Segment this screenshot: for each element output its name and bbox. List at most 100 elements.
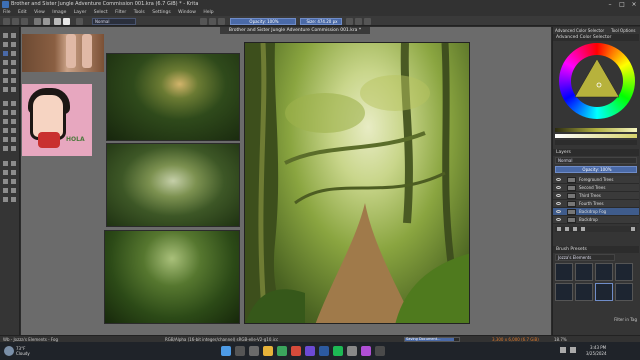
mirror-vertical-icon[interactable]: [355, 18, 362, 25]
open-document-icon[interactable]: [12, 18, 19, 25]
app-icon[interactable]: [375, 346, 385, 356]
delete-layer-icon[interactable]: [631, 227, 635, 231]
reference-legs-right: [82, 34, 92, 68]
menu-select[interactable]: Select: [94, 10, 108, 15]
krita-taskbar-icon[interactable]: [319, 346, 329, 356]
app-icon[interactable]: [291, 346, 301, 356]
layer-opacity-slider[interactable]: Opacity: 100%: [555, 166, 637, 173]
eraser-mode-icon[interactable]: [200, 18, 207, 25]
chrome-icon[interactable]: [277, 346, 287, 356]
add-layer-icon[interactable]: [557, 227, 561, 231]
menu-window[interactable]: Window: [178, 10, 196, 15]
reference-image-wood-floor[interactable]: [22, 34, 104, 72]
layer-row[interactable]: Foreground Trees: [553, 176, 639, 184]
document-tab[interactable]: Brother and Sister Jungle Adventure Comm…: [220, 27, 370, 34]
brush-preset-item[interactable]: [575, 263, 593, 281]
tool-options-tab[interactable]: Tool Options: [611, 28, 635, 33]
brush-preset-item[interactable]: [575, 283, 593, 301]
dynamic-brush-tool-icon: [3, 87, 8, 92]
brush-preset-item[interactable]: [615, 263, 633, 281]
layer-blend-mode-select[interactable]: Normal: [555, 157, 637, 164]
menu-settings[interactable]: Settings: [152, 10, 170, 15]
polyline-tool-icon: [11, 69, 16, 74]
preserve-alpha-icon[interactable]: [218, 18, 225, 25]
duplicate-layer-icon[interactable]: [565, 227, 569, 231]
background-color-icon[interactable]: [63, 18, 70, 25]
menu-file[interactable]: File: [3, 10, 11, 15]
save-icon[interactable]: [21, 18, 28, 25]
app-icon[interactable]: [347, 346, 357, 356]
jungle-painting[interactable]: [244, 42, 470, 324]
pattern-icon[interactable]: [43, 18, 50, 25]
brush-preset-icon[interactable]: [76, 18, 83, 25]
move-layer-down-icon[interactable]: [581, 227, 585, 231]
eye-icon[interactable]: [556, 194, 561, 197]
menu-tools[interactable]: Tools: [134, 10, 145, 15]
brush-preset-item[interactable]: [595, 263, 613, 281]
app-icon[interactable]: [361, 346, 371, 356]
opacity-slider[interactable]: Opacity: 100%: [230, 18, 296, 25]
eye-icon[interactable]: [556, 210, 561, 213]
close-button[interactable]: ×: [628, 0, 640, 9]
mirror-horizontal-icon[interactable]: [346, 18, 353, 25]
move-tool-icon: [11, 101, 16, 106]
blend-mode-select[interactable]: Normal: [92, 18, 136, 25]
volume-icon[interactable]: [570, 347, 576, 353]
menu-help[interactable]: Help: [203, 10, 213, 15]
clock-date[interactable]: 3/25/2024: [586, 351, 607, 356]
brush-preset-item[interactable]: [555, 283, 573, 301]
layer-row[interactable]: Fourth Trees: [553, 200, 639, 208]
layer-row-selected[interactable]: Backdrop Fog: [553, 208, 639, 216]
network-icon[interactable]: [560, 347, 566, 353]
minimize-button[interactable]: –: [604, 0, 616, 9]
new-document-icon[interactable]: [3, 18, 10, 25]
windows-start-icon[interactable]: [221, 346, 231, 356]
eye-icon[interactable]: [556, 202, 561, 205]
reload-preset-icon[interactable]: [209, 18, 216, 25]
layer-row[interactable]: Third Trees: [553, 192, 639, 200]
filter-in-tag-toggle[interactable]: Filter in Tag: [555, 317, 637, 323]
color-triangle[interactable]: [573, 57, 621, 105]
reference-photo-jungle-3[interactable]: [104, 230, 240, 324]
search-icon[interactable]: [235, 346, 245, 356]
foreground-color-icon[interactable]: [54, 18, 61, 25]
color-history-strip[interactable]: [555, 140, 637, 145]
hanging-vine-1: [284, 131, 426, 165]
eye-icon[interactable]: [556, 186, 561, 189]
brush-preset-item-selected[interactable]: [595, 283, 613, 301]
layer-row[interactable]: Second Trees: [553, 184, 639, 192]
clock-time[interactable]: 3:43 PM: [590, 345, 606, 350]
reference-photo-jungle-2[interactable]: [106, 143, 240, 227]
brush-tag-select[interactable]: Jozza's Elements: [555, 254, 615, 261]
brush-preset-item[interactable]: [615, 283, 633, 301]
canopy-light-1: [285, 93, 365, 133]
discord-icon[interactable]: [305, 346, 315, 356]
menu-image[interactable]: Image: [52, 10, 66, 15]
reference-image-character-sticker[interactable]: HOLA: [22, 84, 92, 156]
color-saturation-slider[interactable]: [555, 134, 637, 138]
layer-row[interactable]: Backdrop: [553, 216, 639, 224]
weather-icon[interactable]: [4, 346, 14, 356]
freehand-path-tool-icon: [11, 78, 16, 83]
size-slider[interactable]: Size: 474.20 px: [300, 18, 342, 25]
menu-filter[interactable]: Filter: [115, 10, 126, 15]
menu-layer[interactable]: Layer: [74, 10, 87, 15]
wrap-around-icon[interactable]: [364, 18, 371, 25]
file-explorer-icon[interactable]: [263, 346, 273, 356]
task-view-icon[interactable]: [249, 346, 259, 356]
reference-photo-jungle-1[interactable]: [106, 53, 240, 141]
color-value-slider[interactable]: [555, 128, 637, 132]
advanced-color-selector-tab[interactable]: Advanced Color Selector: [555, 28, 604, 33]
layer-name: Backdrop Fog: [579, 209, 607, 214]
eye-icon[interactable]: [556, 178, 561, 181]
toolbox-tools[interactable]: [0, 31, 20, 331]
maximize-button[interactable]: □: [616, 0, 628, 9]
eye-icon[interactable]: [556, 218, 561, 221]
move-layer-up-icon[interactable]: [573, 227, 577, 231]
menu-view[interactable]: View: [34, 10, 45, 15]
gradient-icon[interactable]: [34, 18, 41, 25]
menu-edit[interactable]: Edit: [18, 10, 27, 15]
color-wheel[interactable]: [559, 43, 635, 119]
brush-preset-item[interactable]: [555, 263, 573, 281]
spotify-icon[interactable]: [333, 346, 343, 356]
